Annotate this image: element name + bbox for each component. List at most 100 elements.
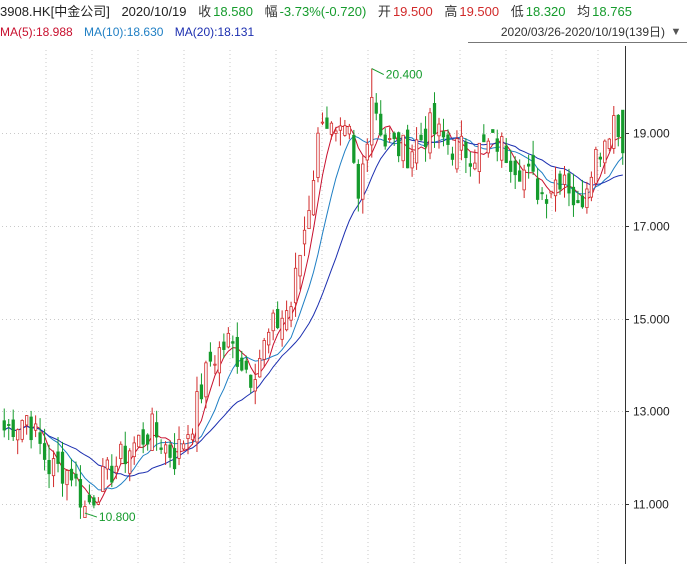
candle-body [343, 125, 347, 136]
candle-body [495, 138, 499, 152]
candle-body [195, 391, 199, 443]
candle-body [96, 501, 100, 505]
candle-body [186, 434, 190, 439]
candle-body [473, 162, 477, 170]
candle-body [123, 445, 127, 465]
date-range-label[interactable]: 2020/03/26-2020/10/19(139日) [501, 23, 665, 41]
candle-body [374, 102, 378, 114]
candle-body [513, 160, 517, 176]
candle-body [603, 140, 607, 164]
candle-body [119, 443, 123, 460]
high-caption: 高 [444, 4, 458, 19]
change-caption: 幅 [264, 4, 278, 19]
candle-body [262, 340, 266, 360]
candle-body [504, 145, 508, 164]
candle-body [181, 443, 186, 450]
y-tick-label: 15.000 [633, 313, 670, 327]
candle-body [110, 465, 114, 483]
candle-body [356, 164, 360, 199]
candle-body [316, 132, 320, 178]
candle-body [51, 458, 56, 477]
symbol-label[interactable]: 3908.HK[中金公司] [0, 4, 110, 19]
candle-body [522, 169, 526, 191]
low-caption: 低 [510, 4, 524, 19]
candle-body [482, 134, 486, 143]
high-value: 19.500 [459, 4, 500, 19]
candle-body [105, 459, 109, 470]
candle-body [419, 134, 423, 141]
candle-body [401, 134, 405, 162]
candle-body [141, 429, 145, 445]
candle-body [612, 115, 616, 149]
candle-body [397, 132, 401, 157]
candle-body [464, 141, 468, 159]
candle-body [491, 129, 495, 133]
candle-body [518, 170, 522, 182]
candle-body [477, 142, 481, 172]
candle-body [428, 112, 432, 154]
candle-body [370, 96, 374, 146]
candle-body [137, 434, 141, 448]
low-value: 18.320 [525, 4, 566, 19]
candle-body [459, 135, 464, 151]
candle-body [74, 473, 78, 479]
candle-body [468, 163, 473, 167]
open-value: 19.500 [392, 4, 433, 19]
candle-body [594, 148, 598, 184]
candle-body [334, 130, 338, 134]
candle-body [33, 423, 38, 431]
candle-body [486, 140, 490, 154]
candle-body [311, 180, 316, 216]
candle-body [441, 131, 446, 138]
candle-body [423, 128, 428, 148]
candle-body [616, 114, 620, 137]
candle-body [329, 122, 334, 135]
candle-body [217, 347, 222, 374]
candle-body [213, 363, 217, 366]
candle-body [177, 438, 181, 459]
candle-body [163, 444, 168, 454]
candle-body [244, 360, 248, 370]
y-tick-label: 13.000 [633, 405, 670, 419]
candle-body [78, 479, 83, 508]
candle-body [150, 413, 154, 451]
candle-body [208, 351, 213, 362]
candle-body [598, 156, 602, 160]
candle-body [410, 151, 414, 169]
candle-body [25, 415, 29, 426]
close-caption: 收 [198, 4, 212, 19]
candle-body [509, 160, 513, 172]
candle-body [607, 138, 611, 149]
chevron-down-icon[interactable]: ▼ [669, 23, 683, 41]
candle-body [65, 470, 69, 486]
close-value: 18.580 [213, 4, 253, 19]
candle-body [20, 420, 24, 440]
candle-body [267, 331, 271, 346]
high-marker-label: 20.400 [386, 68, 423, 82]
candle-body [101, 466, 105, 492]
candle-body [325, 117, 329, 129]
candle-body [527, 163, 531, 167]
candle-body [154, 422, 159, 438]
candle-body [38, 432, 42, 444]
low-marker-label: 10.800 [99, 510, 136, 524]
candlestick-chart[interactable]: 11.000 13.000 15.000 17.000 19.000 20.400 10.… [0, 46, 687, 564]
candle-body [558, 173, 562, 190]
y-tick-label: 19.000 [633, 127, 670, 141]
open-caption: 开 [377, 4, 391, 19]
candle-body [199, 384, 204, 400]
candle-body [383, 134, 387, 147]
candle-body [549, 191, 553, 194]
candle-body [580, 195, 585, 208]
candle-body [293, 267, 298, 304]
range-underline [468, 42, 687, 43]
candle-body [540, 192, 544, 195]
candle-body [553, 179, 558, 197]
candle-body [172, 448, 177, 470]
candle-body [307, 210, 311, 230]
candle-body [446, 134, 450, 145]
candle-body [298, 254, 302, 277]
candle-body [42, 443, 47, 460]
candle-body [60, 451, 65, 484]
candle-body [289, 306, 293, 321]
